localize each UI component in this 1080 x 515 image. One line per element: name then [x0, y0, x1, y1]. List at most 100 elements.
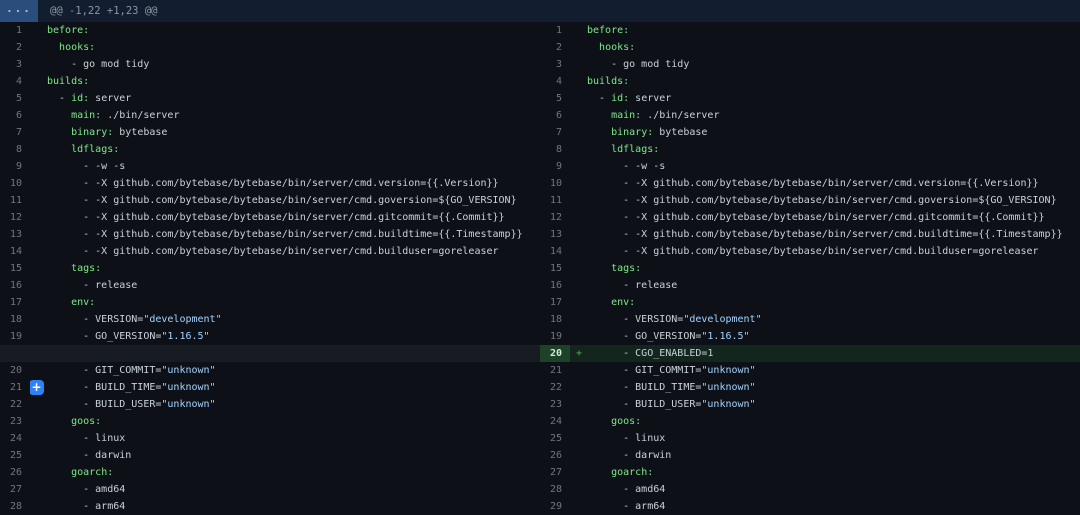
right-line-number[interactable]: 8: [540, 141, 570, 158]
diff-row: 12 - -X github.com/bytebase/bytebase/bin…: [0, 209, 1080, 226]
code-segment-key: goos:: [71, 416, 101, 427]
right-line-number[interactable]: 26: [540, 447, 570, 464]
right-line-number[interactable]: 6: [540, 107, 570, 124]
right-line-number[interactable]: 7: [540, 124, 570, 141]
right-code-line: goos:: [570, 413, 1080, 430]
left-line-number[interactable]: 28: [0, 498, 30, 515]
right-line-number[interactable]: 29: [540, 498, 570, 515]
code-segment-key: binary:: [611, 127, 653, 138]
left-line-number[interactable]: 7: [0, 124, 30, 141]
code-segment-plain: - amd64: [587, 484, 665, 495]
left-line-number[interactable]: 5: [0, 90, 30, 107]
right-line-number[interactable]: 15: [540, 260, 570, 277]
left-line-number[interactable]: 19: [0, 328, 30, 345]
right-line-number[interactable]: 20: [540, 345, 570, 362]
right-line-number[interactable]: 28: [540, 481, 570, 498]
right-line-number[interactable]: 19: [540, 328, 570, 345]
left-code-line: goarch:: [30, 464, 540, 481]
left-line-number[interactable]: 20: [0, 362, 30, 379]
right-line-number[interactable]: 14: [540, 243, 570, 260]
left-line-number[interactable]: 2: [0, 39, 30, 56]
code-segment-plain: - amd64: [47, 484, 125, 495]
code-segment-plain: - -X github.com/bytebase/bytebase/bin/se…: [587, 229, 1063, 240]
right-line-number[interactable]: 3: [540, 56, 570, 73]
right-line-number[interactable]: 9: [540, 158, 570, 175]
right-line-number[interactable]: 16: [540, 277, 570, 294]
right-line-number[interactable]: 21: [540, 362, 570, 379]
code-segment-str: "1.16.5": [161, 331, 209, 342]
left-line-number[interactable]: 12: [0, 209, 30, 226]
left-code-line: - arm64: [30, 498, 540, 515]
left-line-number[interactable]: 27: [0, 481, 30, 498]
code-segment-plain: - release: [587, 280, 677, 291]
right-line-number[interactable]: 22: [540, 379, 570, 396]
right-code-line: - GO_VERSION="1.16.5": [570, 328, 1080, 345]
right-code-line: - arm64: [570, 498, 1080, 515]
left-line-number[interactable]: 1: [0, 22, 30, 39]
code-segment-key: tags:: [611, 263, 641, 274]
right-line-number[interactable]: 27: [540, 464, 570, 481]
right-code-line: - linux: [570, 430, 1080, 447]
diff-row: 1before:1before:: [0, 22, 1080, 39]
left-line-number[interactable]: 3: [0, 56, 30, 73]
right-line-number[interactable]: 25: [540, 430, 570, 447]
left-code-line: tags:: [30, 260, 540, 277]
left-line-number[interactable]: 18: [0, 311, 30, 328]
code-segment-key: env:: [611, 297, 635, 308]
left-line-number[interactable]: 15: [0, 260, 30, 277]
diff-row: 9 - -w -s9 - -w -s: [0, 158, 1080, 175]
right-line-number[interactable]: 23: [540, 396, 570, 413]
left-line-number[interactable]: 10: [0, 175, 30, 192]
right-line-number[interactable]: 11: [540, 192, 570, 209]
right-code-line: builds:: [570, 73, 1080, 90]
left-line-number[interactable]: 25: [0, 447, 30, 464]
left-line-number[interactable]: 4: [0, 73, 30, 90]
left-code-line: - GIT_COMMIT="unknown": [30, 362, 540, 379]
code-segment-plain: - -X github.com/bytebase/bytebase/bin/se…: [47, 246, 499, 257]
diff-row: 28 - arm6429 - arm64: [0, 498, 1080, 515]
left-code-empty: [30, 345, 540, 362]
right-line-number[interactable]: 17: [540, 294, 570, 311]
add-comment-button[interactable]: +: [30, 380, 44, 395]
left-line-number[interactable]: 17: [0, 294, 30, 311]
code-segment-plain: [587, 144, 611, 155]
code-segment-plain: - GIT_COMMIT=: [47, 365, 161, 376]
right-line-number[interactable]: 12: [540, 209, 570, 226]
left-line-number[interactable]: 8: [0, 141, 30, 158]
right-line-number[interactable]: 2: [540, 39, 570, 56]
right-code-line: - -X github.com/bytebase/bytebase/bin/se…: [570, 243, 1080, 260]
right-line-number[interactable]: 24: [540, 413, 570, 430]
code-segment-plain: [587, 467, 611, 478]
code-segment-plain: - linux: [587, 433, 665, 444]
diff-row: 18 - VERSION="development"18 - VERSION="…: [0, 311, 1080, 328]
code-segment-plain: - darwin: [47, 450, 131, 461]
code-segment-key: before:: [587, 25, 629, 36]
left-line-number[interactable]: 26: [0, 464, 30, 481]
code-segment-plain: bytebase: [113, 127, 167, 138]
right-line-number[interactable]: 5: [540, 90, 570, 107]
left-line-number[interactable]: 13: [0, 226, 30, 243]
diff-row: 11 - -X github.com/bytebase/bytebase/bin…: [0, 192, 1080, 209]
expand-diff-button[interactable]: ...: [0, 0, 38, 22]
code-segment-key: env:: [71, 297, 95, 308]
right-line-number[interactable]: 13: [540, 226, 570, 243]
code-segment-plain: ./bin/server: [101, 110, 179, 121]
right-line-number[interactable]: 10: [540, 175, 570, 192]
right-line-number[interactable]: 4: [540, 73, 570, 90]
left-line-number[interactable]: 21: [0, 379, 30, 396]
left-line-number[interactable]: 11: [0, 192, 30, 209]
right-line-number[interactable]: 18: [540, 311, 570, 328]
left-line-number[interactable]: 14: [0, 243, 30, 260]
right-code-line-added: + - CGO_ENABLED=1: [570, 345, 1080, 362]
diff-row: 23 goos:24 goos:: [0, 413, 1080, 430]
code-segment-plain: - -X github.com/bytebase/bytebase/bin/se…: [47, 212, 505, 223]
left-line-number[interactable]: 24: [0, 430, 30, 447]
diff-row: 26 goarch:27 goarch:: [0, 464, 1080, 481]
left-line-number[interactable]: 16: [0, 277, 30, 294]
diff-row: 19 - GO_VERSION="1.16.5"19 - GO_VERSION=…: [0, 328, 1080, 345]
left-line-number[interactable]: 23: [0, 413, 30, 430]
left-line-number[interactable]: 22: [0, 396, 30, 413]
right-line-number[interactable]: 1: [540, 22, 570, 39]
left-line-number[interactable]: 6: [0, 107, 30, 124]
left-line-number[interactable]: 9: [0, 158, 30, 175]
